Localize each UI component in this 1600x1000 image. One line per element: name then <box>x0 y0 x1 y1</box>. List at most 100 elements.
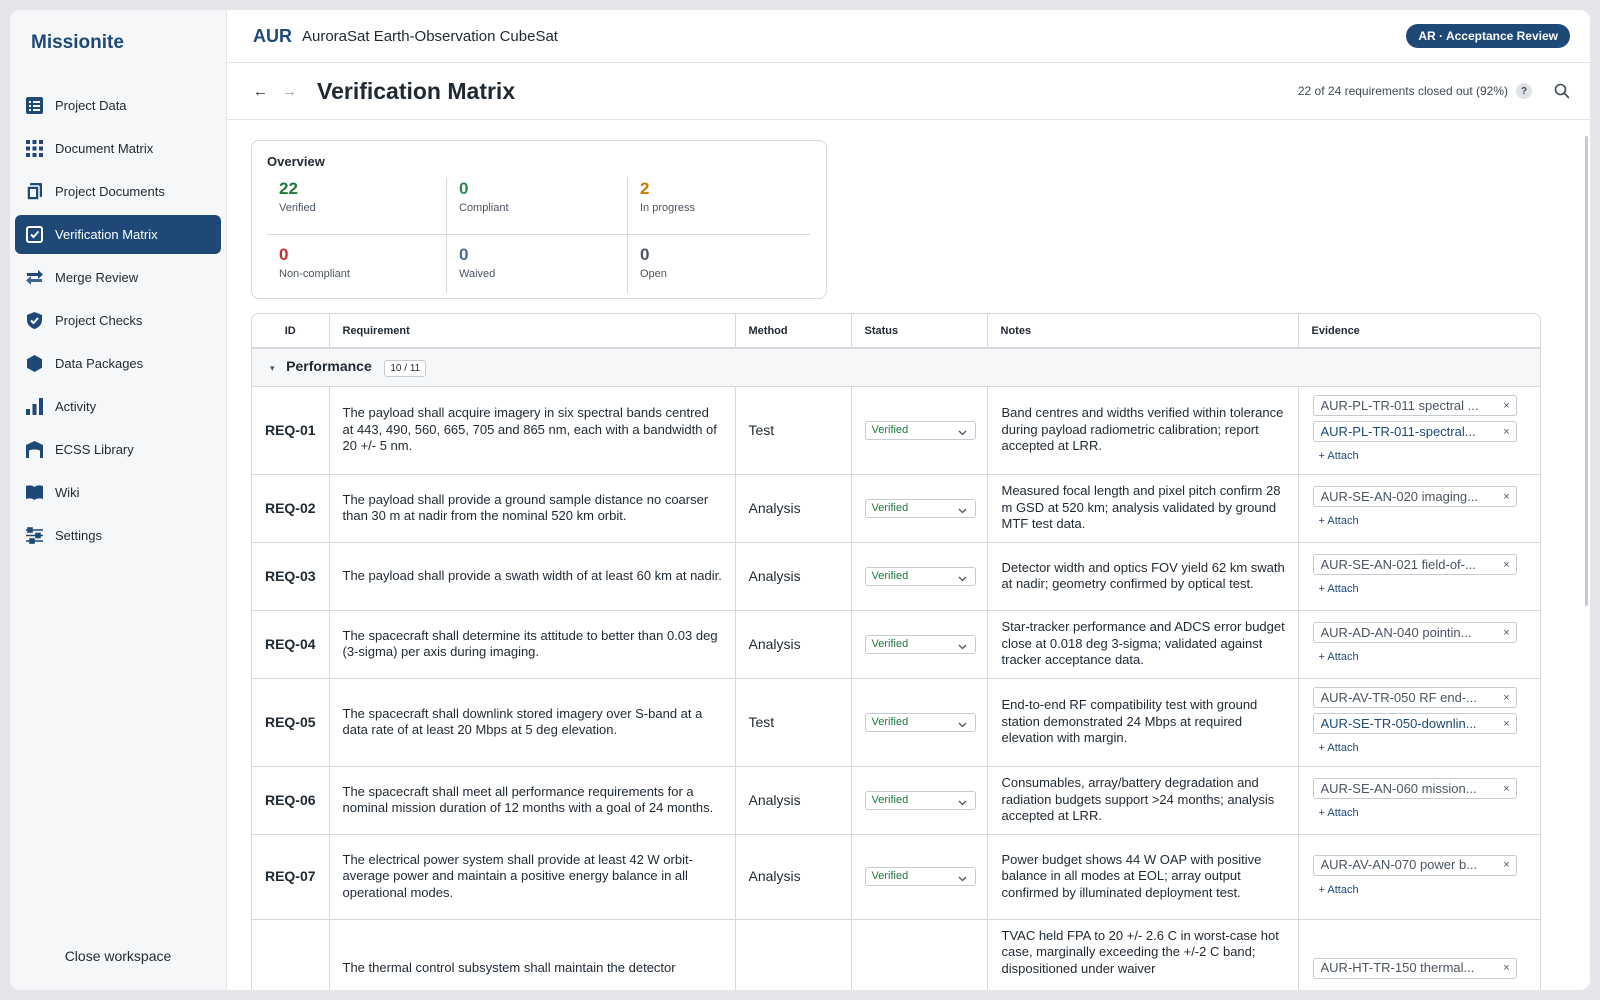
brand-logo[interactable]: Missionite <box>10 10 226 86</box>
requirement-text: The payload shall provide a swath width … <box>329 542 736 611</box>
requirement-id: REQ-04 <box>252 610 330 679</box>
sidebar-item-data-packages[interactable]: Data Packages <box>15 344 221 383</box>
chevron-down-icon <box>958 872 967 882</box>
table-row[interactable]: REQ-01 The payload shall acquire imagery … <box>252 386 1540 475</box>
evidence-chip[interactable]: AUR-PL-TR-011 spectral ... × <box>1312 395 1517 417</box>
remove-evidence-icon[interactable]: × <box>1498 781 1516 798</box>
group-row-performance[interactable]: ▾ Performance 10 / 11 <box>252 348 1540 387</box>
remove-evidence-icon[interactable]: × <box>1498 424 1516 441</box>
status-value: Verified <box>871 501 909 514</box>
sidebar-item-project-checks[interactable]: Project Checks <box>15 301 221 340</box>
attach-evidence-button[interactable]: + Attach <box>1313 448 1359 465</box>
evidence-chip[interactable]: AUR-AV-AN-070 power b... × <box>1312 854 1517 876</box>
notes-text[interactable]: Band centres and widths verified within … <box>987 386 1299 475</box>
notes-text[interactable]: Detector width and optics FOV yield 62 k… <box>987 542 1299 611</box>
sidebar-item-settings[interactable]: Settings <box>15 516 221 555</box>
table-row[interactable]: REQ-02 The payload shall provide a ground… <box>252 474 1540 543</box>
table-row[interactable]: REQ-06 The spacecraft shall meet all perf… <box>252 766 1540 835</box>
search-icon[interactable] <box>1554 83 1570 99</box>
remove-evidence-icon[interactable]: × <box>1498 960 1516 977</box>
status-dropdown[interactable]: Verified <box>864 498 976 518</box>
remove-evidence-icon[interactable]: × <box>1498 489 1516 506</box>
attach-evidence-button[interactable]: + Attach <box>1313 581 1359 598</box>
notes-text[interactable]: End-to-end RF compatibility test with gr… <box>987 678 1299 767</box>
evidence-chip[interactable]: AUR-HT-TR-150 thermal... × <box>1312 957 1517 979</box>
evidence-chip[interactable]: AUR-SE-TR-050-downlin... × <box>1312 713 1517 735</box>
table-row[interactable]: REQ-03 The payload shall provide a swath … <box>252 542 1540 611</box>
column-header-notes[interactable]: Notes <box>987 314 1299 349</box>
attach-evidence-button[interactable]: + Attach <box>1313 882 1359 899</box>
review-phase-badge[interactable]: AR · Acceptance Review <box>1406 24 1570 48</box>
attach-evidence-button[interactable]: + Attach <box>1313 513 1359 530</box>
evidence-name[interactable]: AUR-PL-TR-011-spectral... <box>1321 424 1498 441</box>
remove-evidence-icon[interactable]: × <box>1498 690 1516 707</box>
evidence-name[interactable]: AUR-HT-TR-150 thermal... <box>1321 960 1498 977</box>
evidence-cell: AUR-SE-AN-060 mission... × + Attach <box>1298 766 1540 835</box>
stat-waived[interactable]: 0 Waived <box>447 235 628 293</box>
table-row[interactable]: REQ-07 The electrical power system shall … <box>252 834 1540 920</box>
evidence-chip[interactable]: AUR-SE-AN-060 mission... × <box>1312 778 1517 800</box>
attach-evidence-button[interactable]: + Attach <box>1313 805 1359 822</box>
notes-text[interactable]: Star-tracker performance and ADCS error … <box>987 610 1299 679</box>
notes-text[interactable]: Power budget shows 44 W OAP with positiv… <box>987 834 1299 920</box>
stat-compliant[interactable]: 0 Compliant <box>447 177 628 235</box>
sidebar-item-document-matrix[interactable]: Document Matrix <box>15 129 221 168</box>
evidence-name[interactable]: AUR-AV-TR-050 RF end-... <box>1321 690 1498 707</box>
evidence-chip[interactable]: AUR-SE-AN-021 field-of-... × <box>1312 554 1517 576</box>
sidebar-item-project-data[interactable]: Project Data <box>15 86 221 125</box>
stat-non-compliant[interactable]: 0 Non-compliant <box>267 235 447 293</box>
column-header-status[interactable]: Status <box>851 314 988 349</box>
sidebar-item-ecss-library[interactable]: ECSS Library <box>15 430 221 469</box>
notes-text[interactable]: TVAC held FPA to 20 +/- 2.6 C in worst-c… <box>987 919 1299 990</box>
close-workspace-button[interactable]: Close workspace <box>10 948 226 964</box>
attach-evidence-button[interactable]: + Attach <box>1313 740 1359 757</box>
evidence-name[interactable]: AUR-AD-AN-040 pointin... <box>1321 625 1498 642</box>
sidebar-item-verification-matrix[interactable]: Verification Matrix <box>15 215 221 254</box>
stat-open[interactable]: 0 Open <box>628 235 810 293</box>
evidence-name[interactable]: AUR-SE-AN-060 mission... <box>1321 781 1498 798</box>
stat-verified[interactable]: 22 Verified <box>267 177 447 235</box>
evidence-chip[interactable]: AUR-PL-TR-011-spectral... × <box>1312 421 1517 443</box>
sidebar-item-wiki[interactable]: Wiki <box>15 473 221 512</box>
table-row[interactable]: REQ-04 The spacecraft shall determine its… <box>252 610 1540 679</box>
evidence-name[interactable]: AUR-SE-AN-021 field-of-... <box>1321 557 1498 574</box>
collapse-caret-icon[interactable]: ▾ <box>270 363 275 373</box>
evidence-chip[interactable]: AUR-AD-AN-040 pointin... × <box>1312 622 1517 644</box>
notes-text[interactable]: Measured focal length and pixel pitch co… <box>987 474 1299 543</box>
remove-evidence-icon[interactable]: × <box>1498 716 1516 733</box>
evidence-name[interactable]: AUR-PL-TR-011 spectral ... <box>1321 398 1498 415</box>
requirement-text: The payload shall acquire imagery in six… <box>329 386 736 475</box>
evidence-chip[interactable]: AUR-SE-AN-020 imaging... × <box>1312 486 1517 508</box>
status-dropdown[interactable]: Verified <box>864 566 976 586</box>
back-arrow-icon[interactable]: ← <box>253 83 268 100</box>
remove-evidence-icon[interactable]: × <box>1498 625 1516 642</box>
remove-evidence-icon[interactable]: × <box>1498 857 1516 874</box>
table-row[interactable]: The thermal control subsystem shall main… <box>252 919 1540 990</box>
remove-evidence-icon[interactable]: × <box>1498 398 1516 415</box>
group-cell[interactable]: ▾ Performance 10 / 11 <box>252 348 1540 387</box>
column-header-method[interactable]: Method <box>735 314 852 349</box>
status-dropdown[interactable]: Verified <box>864 420 976 440</box>
evidence-chip[interactable]: AUR-AV-TR-050 RF end-... × <box>1312 687 1517 709</box>
status-dropdown[interactable]: Verified <box>864 712 976 732</box>
forward-arrow-icon[interactable]: → <box>282 83 297 100</box>
sidebar-item-project-documents[interactable]: Project Documents <box>15 172 221 211</box>
evidence-name[interactable]: AUR-AV-AN-070 power b... <box>1321 857 1498 874</box>
status-dropdown[interactable]: Verified <box>864 634 976 654</box>
page-titlebar: ← → Verification Matrix 22 of 24 require… <box>227 63 1590 120</box>
evidence-name[interactable]: AUR-SE-AN-020 imaging... <box>1321 489 1498 506</box>
sidebar-item-merge-review[interactable]: Merge Review <box>15 258 221 297</box>
status-dropdown[interactable]: Verified <box>864 867 976 886</box>
stat-in-progress[interactable]: 2 In progress <box>628 177 810 235</box>
notes-text[interactable]: Consumables, array/battery degradation a… <box>987 766 1299 835</box>
evidence-name[interactable]: AUR-SE-TR-050-downlin... <box>1321 716 1498 733</box>
column-header-id[interactable]: ID <box>252 314 330 349</box>
remove-evidence-icon[interactable]: × <box>1498 557 1516 574</box>
column-header-requirement[interactable]: Requirement <box>329 314 736 349</box>
help-icon[interactable]: ? <box>1516 83 1532 99</box>
table-row[interactable]: REQ-05 The spacecraft shall downlink stor… <box>252 678 1540 767</box>
column-header-evidence[interactable]: Evidence <box>1298 314 1540 349</box>
attach-evidence-button[interactable]: + Attach <box>1313 649 1359 666</box>
sidebar-item-activity[interactable]: Activity <box>15 387 221 426</box>
status-dropdown[interactable]: Verified <box>864 790 976 810</box>
